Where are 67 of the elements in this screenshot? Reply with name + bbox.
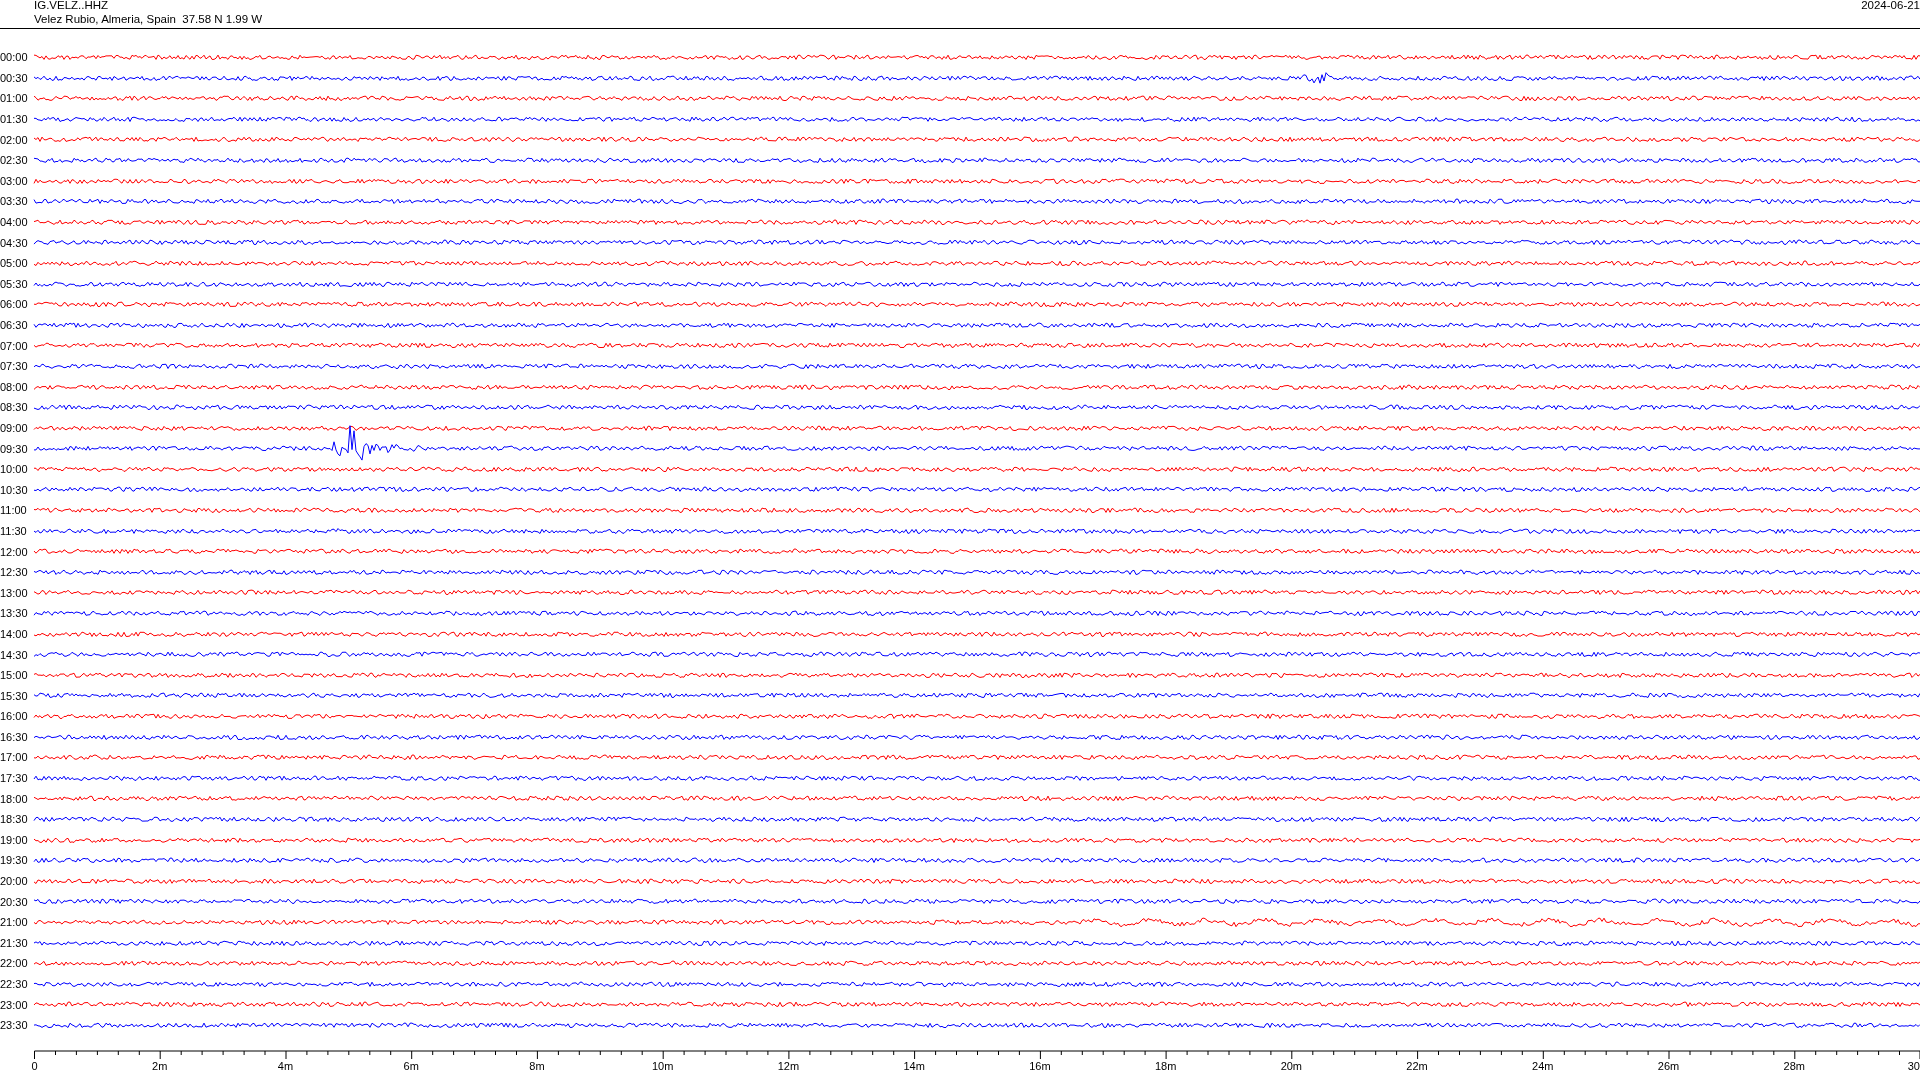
time-label: 21:30 (0, 936, 29, 949)
time-label: 06:30 (0, 319, 29, 331)
axis-label: 18m (1154, 1059, 1177, 1072)
time-label: 23:30 (0, 1019, 29, 1032)
time-label: 15:00 (0, 669, 29, 682)
time-label: 10:00 (0, 463, 29, 476)
axis-label: 8m (529, 1059, 545, 1072)
time-label: 00:30 (0, 71, 29, 84)
time-label: 05:00 (0, 257, 29, 270)
time-label: 17:30 (0, 772, 29, 785)
axis-label: 10m (651, 1059, 674, 1072)
time-label: 06:00 (0, 298, 29, 311)
axis-label: 4m (277, 1059, 294, 1072)
axis-label: 2m (152, 1059, 168, 1072)
time-label: 19:30 (0, 854, 29, 867)
time-label: 05:30 (0, 277, 29, 290)
time-label: 18:30 (0, 813, 29, 826)
time-label: 22:00 (0, 957, 29, 970)
time-label: 04:30 (0, 236, 29, 249)
time-label: 18:00 (0, 792, 29, 805)
time-label: 04:00 (0, 216, 29, 229)
time-label: 16:00 (0, 710, 29, 723)
axis-label: 22m (1406, 1059, 1428, 1072)
axis-label: 6m (403, 1059, 419, 1072)
axis-label: 24m (1532, 1059, 1554, 1072)
time-label: 10:30 (0, 483, 29, 496)
time-label: 23:00 (0, 998, 29, 1011)
time-label: 01:00 (0, 92, 29, 105)
date-label: 2024-06-21 (1861, 0, 1920, 12)
time-label: 09:30 (0, 442, 29, 455)
axis-label: 30 (1907, 1059, 1920, 1072)
time-label: 01:30 (0, 113, 29, 126)
time-label: 08:30 (0, 401, 29, 414)
time-label: 14:30 (0, 648, 29, 661)
time-label: 12:30 (0, 566, 29, 579)
time-label: 11:00 (0, 504, 28, 517)
axis-label: 14m (903, 1059, 925, 1072)
time-label: 20:00 (0, 875, 29, 888)
time-label: 09:00 (0, 422, 29, 434)
time-label: 12:00 (0, 545, 29, 558)
time-label: 07:00 (0, 339, 29, 352)
time-label: 16:30 (0, 730, 29, 743)
time-label: 00:00 (0, 51, 29, 64)
time-label: 11:30 (0, 524, 28, 537)
station-code: IG.VELZ..HHZ (34, 0, 110, 12)
axis-label: 28m (1783, 1059, 1805, 1072)
time-label: 13:00 (0, 586, 29, 599)
axis-label: 12m (777, 1059, 800, 1072)
axis-label: 16m (1029, 1059, 1051, 1072)
time-label: 14:00 (0, 627, 29, 640)
time-label: 22:30 (0, 978, 29, 990)
time-label: 02:30 (0, 154, 29, 167)
time-label: 13:30 (0, 607, 29, 620)
time-label: 20:30 (0, 895, 29, 908)
time-label: 07:30 (0, 360, 29, 373)
time-label: 21:00 (0, 916, 29, 929)
time-label: 08:00 (0, 380, 29, 393)
time-label: 02:00 (0, 133, 29, 146)
axis-label: 20m (1280, 1059, 1303, 1072)
time-label: 17:00 (0, 751, 29, 764)
station-location: Velez Rubio, Almeria, Spain 37.58 N 1.99 W (34, 12, 263, 26)
axis-label: 26m (1657, 1059, 1680, 1072)
time-label: 15:30 (0, 689, 29, 702)
axis-label: 0 (31, 1059, 38, 1072)
time-label: 03:30 (0, 195, 29, 208)
time-label: 03:00 (0, 174, 29, 187)
time-label: 19:00 (0, 833, 29, 846)
